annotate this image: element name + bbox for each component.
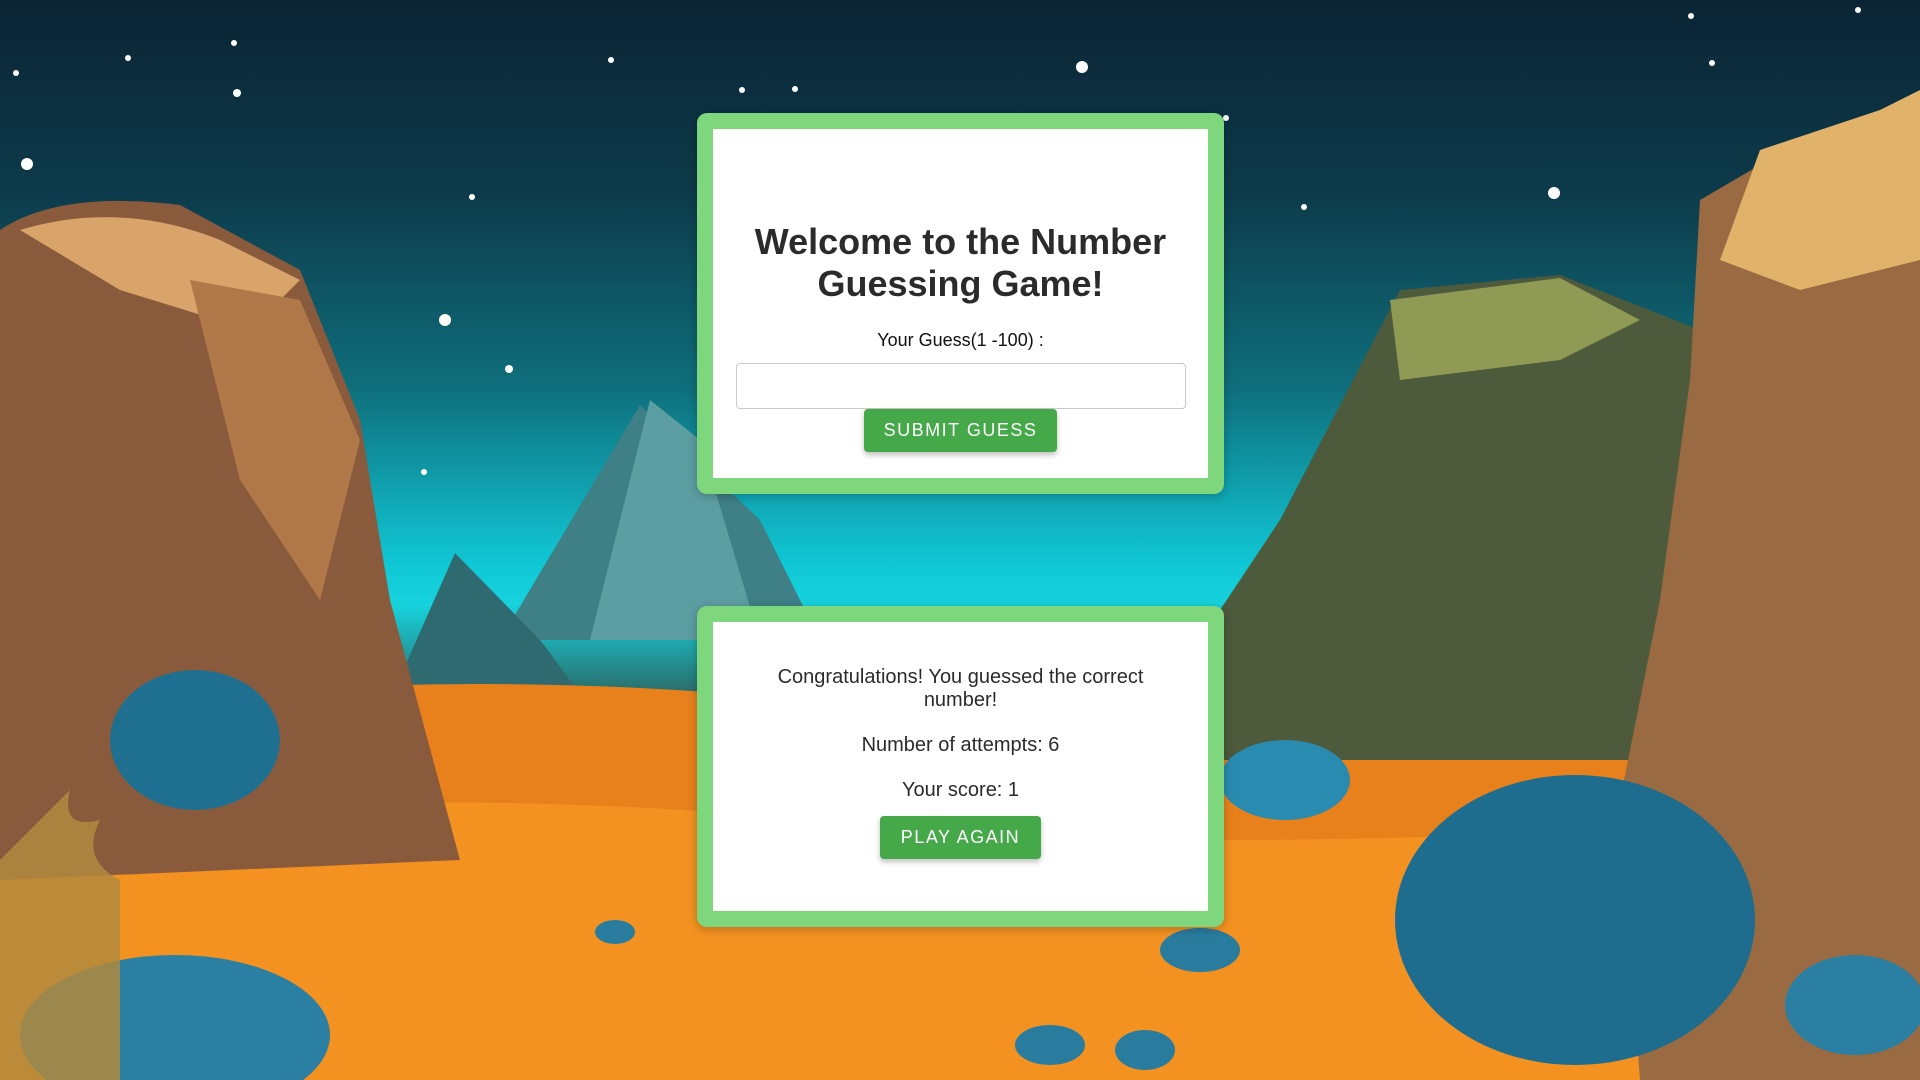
result-panel: Congratulations! You guessed the correct… <box>697 606 1224 927</box>
result-panel-inner: Congratulations! You guessed the correct… <box>713 622 1208 911</box>
score-value: Your score: 1 <box>901 779 1020 801</box>
submit-guess-button[interactable]: SUBMIT GUESS <box>864 409 1057 452</box>
congratulations-message: Congratulations! You guessed the correct… <box>777 666 1144 711</box>
guess-panel-inner: Welcome to the Number Guessing Game! You… <box>713 129 1208 478</box>
play-again-button[interactable]: PLAY AGAIN <box>880 816 1041 859</box>
page-title: Welcome to the Number Guessing Game! <box>754 221 1167 304</box>
guess-label: Your Guess(1 -100) : <box>877 330 1044 350</box>
guess-input[interactable] <box>735 363 1186 409</box>
guess-panel: Welcome to the Number Guessing Game! You… <box>697 113 1224 494</box>
attempts-count: Number of attempts: 6 <box>861 734 1060 756</box>
